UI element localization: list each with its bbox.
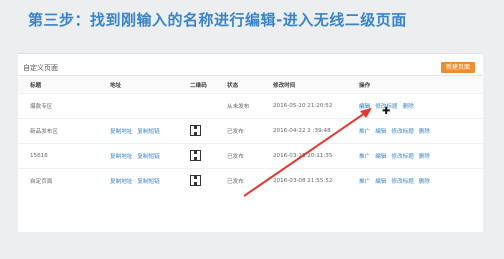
copy-shortlink-link[interactable]: 复制短链 (137, 154, 159, 160)
row-title: 新品发布区 (18, 118, 110, 144)
edit-link[interactable]: 编辑 (375, 154, 386, 160)
panel-header: 自定义页面 新建页面 (18, 58, 483, 76)
rename-link[interactable]: 修改标题 (391, 179, 413, 185)
table-row: 新品发布区 复制地址 复制短链 已发布 2016-04-22 2 :39:48 推… (18, 118, 483, 144)
promote-link[interactable]: 推广 (359, 154, 370, 160)
pages-table: 标题 地址 二维码 状态 修改时间 操作 爆款专区 从未发布 2016-05-1… (18, 76, 483, 193)
row-title: 自定页面 (18, 168, 110, 193)
row-status: 从未发布 (227, 93, 273, 119)
delete-link[interactable]: 删除 (419, 129, 430, 135)
delete-link[interactable]: 删除 (419, 154, 430, 160)
rename-link[interactable]: 修改标题 (391, 129, 413, 135)
column-header-status: 状态 (227, 76, 273, 94)
row-title: 爆款专区 (18, 93, 110, 119)
table-header-row: 标题 地址 二维码 状态 修改时间 操作 (18, 76, 483, 94)
row-title: 15616 (18, 143, 110, 169)
row-qrcode (190, 118, 227, 144)
row-qrcode (190, 143, 227, 169)
column-header-address: 地址 (110, 76, 190, 94)
column-header-title: 标题 (18, 76, 110, 94)
row-status: 已发布 (227, 168, 273, 193)
row-qrcode (190, 93, 227, 119)
table-row: 自定页面 复制地址 复制短链 已发布 2016-03-08 21:55:52 推广… (18, 168, 483, 193)
row-modified-time: 2016-05-10 21:20:52 (273, 93, 359, 119)
table-row: 15616 复制地址 复制短链 已发布 2016-03-25 20:11:35 推… (18, 143, 483, 169)
copy-shortlink-link[interactable]: 复制短链 (137, 179, 159, 185)
row-address: 复制地址 复制短链 (110, 168, 190, 193)
copy-address-link[interactable]: 复制地址 (110, 179, 132, 185)
row-actions: 推广 编辑 修改标题 删除 (359, 118, 483, 144)
promote-link[interactable]: 推广 (359, 179, 370, 185)
promote-link[interactable]: 推广 (359, 129, 370, 135)
column-header-qrcode: 二维码 (190, 76, 227, 94)
row-actions: 推广 编辑 修改标题 删除 (359, 143, 483, 169)
copy-shortlink-link[interactable]: 复制短链 (137, 129, 159, 135)
row-modified-time: 2016-04-22 2 :39:48 (273, 118, 359, 144)
row-address: 复制地址 复制短链 (110, 118, 190, 144)
row-address: 复制地址 复制短链 (110, 143, 190, 169)
row-status: 已发布 (227, 143, 273, 169)
edit-link[interactable]: 编辑 (359, 104, 371, 110)
qrcode-icon[interactable] (190, 174, 201, 186)
copy-address-link[interactable]: 复制地址 (110, 129, 132, 135)
row-address (110, 93, 190, 119)
column-header-actions: 操作 (359, 76, 483, 94)
row-actions: 推广 编辑 修改标题 删除 (359, 168, 483, 193)
row-actions: 编辑 修改标题 删除 (359, 93, 483, 119)
row-modified-time: 2016-03-25 20:11:35 (273, 143, 359, 169)
qrcode-icon[interactable] (190, 149, 201, 161)
table-row: 爆款专区 从未发布 2016-05-10 21:20:52 编辑 修改标题 删除 (18, 93, 483, 119)
panel-title: 自定义页面 (23, 64, 58, 72)
row-modified-time: 2016-03-08 21:55:52 (273, 168, 359, 193)
custom-pages-panel: 自定义页面 新建页面 标题 地址 二维码 状态 修改时间 操作 爆款专区 从未发… (18, 53, 483, 232)
qrcode-icon[interactable] (190, 124, 201, 136)
edit-link[interactable]: 编辑 (375, 129, 386, 135)
delete-link[interactable]: 删除 (419, 179, 430, 185)
rename-link[interactable]: 修改标题 (391, 154, 413, 160)
copy-address-link[interactable]: 复制地址 (110, 154, 132, 160)
mouse-cursor-icon: ✚ (382, 106, 391, 117)
edit-link[interactable]: 编辑 (375, 179, 386, 185)
row-qrcode (190, 168, 227, 193)
row-status: 已发布 (227, 118, 273, 144)
delete-link[interactable]: 删除 (403, 104, 414, 110)
new-page-button[interactable]: 新建页面 (440, 62, 475, 73)
column-header-modified: 修改时间 (273, 76, 359, 94)
slide-title: 第三步：找到刚输入的名称进行编辑-进入无线二级页面 (28, 11, 407, 29)
